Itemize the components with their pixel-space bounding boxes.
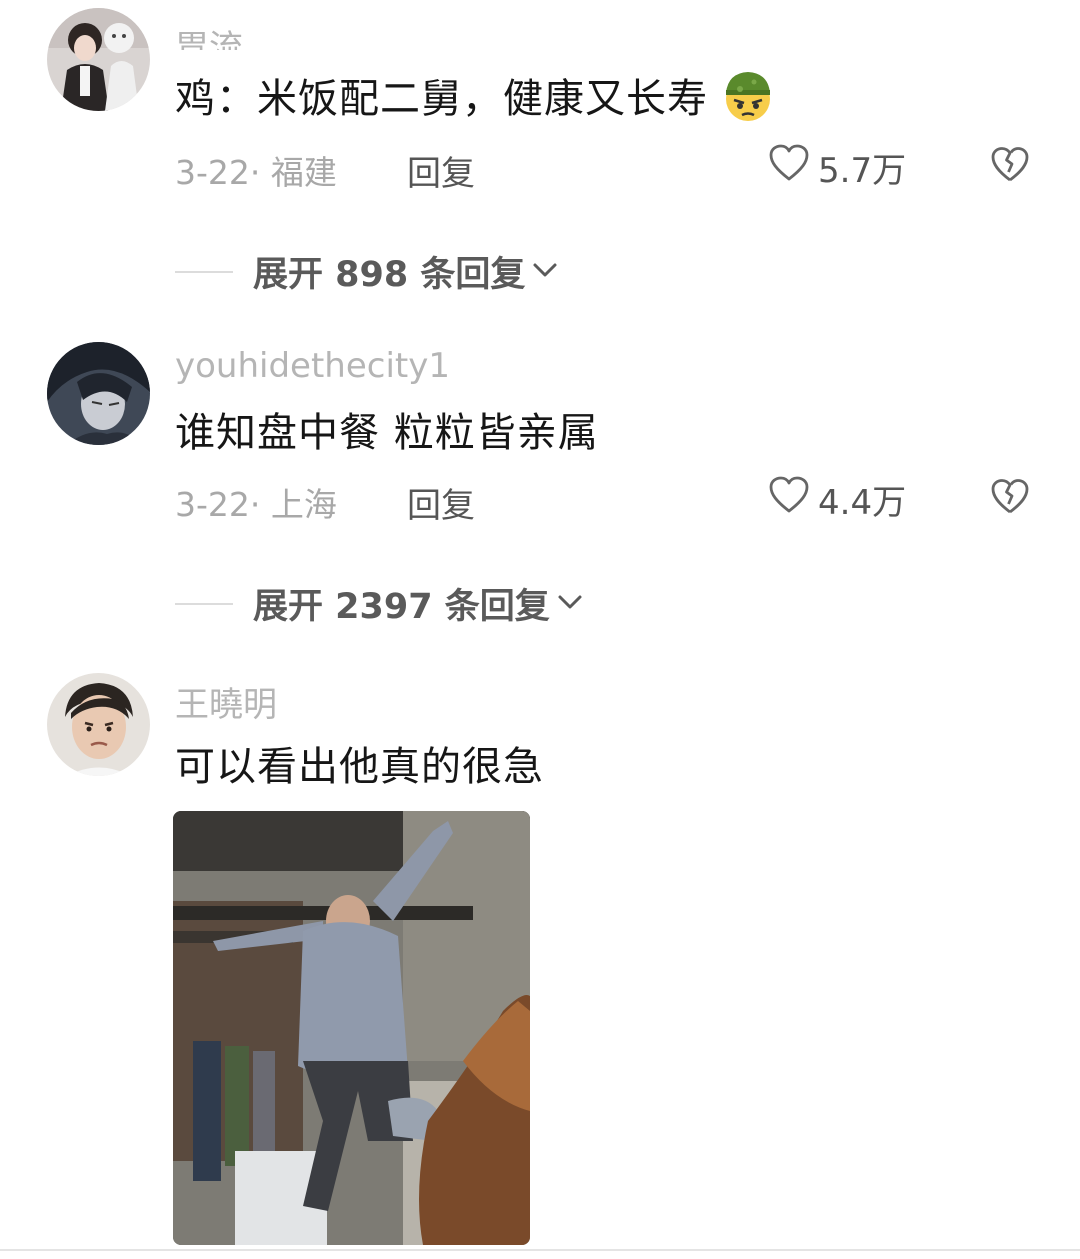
expand-replies-button[interactable]: 展开 898 条回复 xyxy=(175,246,559,297)
soldier-face-emoji-icon xyxy=(720,67,776,123)
comment-text: 谁知盘中餐 粒粒皆亲属 xyxy=(175,400,599,458)
bottom-divider xyxy=(0,1249,1080,1251)
comment-text-content: 可以看出他真的很急 xyxy=(175,744,544,790)
expand-replies-button[interactable]: 展开 2397 条回复 xyxy=(175,578,584,629)
reply-button[interactable]: 回复 xyxy=(407,478,475,527)
heart-outline-icon xyxy=(768,475,818,524)
comment-text-content: 谁知盘中餐 粒粒皆亲属 xyxy=(175,410,599,456)
expand-divider xyxy=(175,602,233,605)
username[interactable]: youhidethecity1 xyxy=(175,346,450,386)
heart-outline-icon xyxy=(768,143,818,192)
comment-date-location: 3-22· 福建 xyxy=(175,153,337,192)
expand-replies-label: 展开 2397 条回复 xyxy=(253,587,550,627)
expand-divider xyxy=(175,270,233,273)
comment-text: 鸡：米饭配二舅，健康又长寿 xyxy=(175,66,776,124)
username[interactable]: 胃流 xyxy=(175,20,243,50)
dislike-button[interactable] xyxy=(990,478,1030,520)
comment-attached-image[interactable] xyxy=(173,811,530,1245)
chevron-down-icon xyxy=(550,592,584,616)
like-button[interactable]: 4.4万 xyxy=(768,475,906,524)
avatar[interactable] xyxy=(47,673,150,776)
avatar[interactable] xyxy=(47,342,150,445)
broken-heart-icon xyxy=(990,479,1030,520)
like-button[interactable]: 5.7万 xyxy=(768,143,906,192)
chevron-down-icon xyxy=(525,260,559,284)
expand-replies-label: 展开 898 条回复 xyxy=(253,255,526,295)
comment-date-location: 3-22· 上海 xyxy=(175,485,337,524)
comment-text-content: 鸡：米饭配二舅，健康又长寿 xyxy=(175,76,708,122)
like-count: 4.4万 xyxy=(818,483,907,523)
reply-button[interactable]: 回复 xyxy=(407,146,475,195)
like-count: 5.7万 xyxy=(818,151,907,191)
username[interactable]: 王曉明 xyxy=(175,677,277,726)
avatar[interactable] xyxy=(47,8,150,111)
dislike-button[interactable] xyxy=(990,146,1030,188)
comment-text: 可以看出他真的很急 xyxy=(175,734,544,792)
broken-heart-icon xyxy=(990,147,1030,188)
